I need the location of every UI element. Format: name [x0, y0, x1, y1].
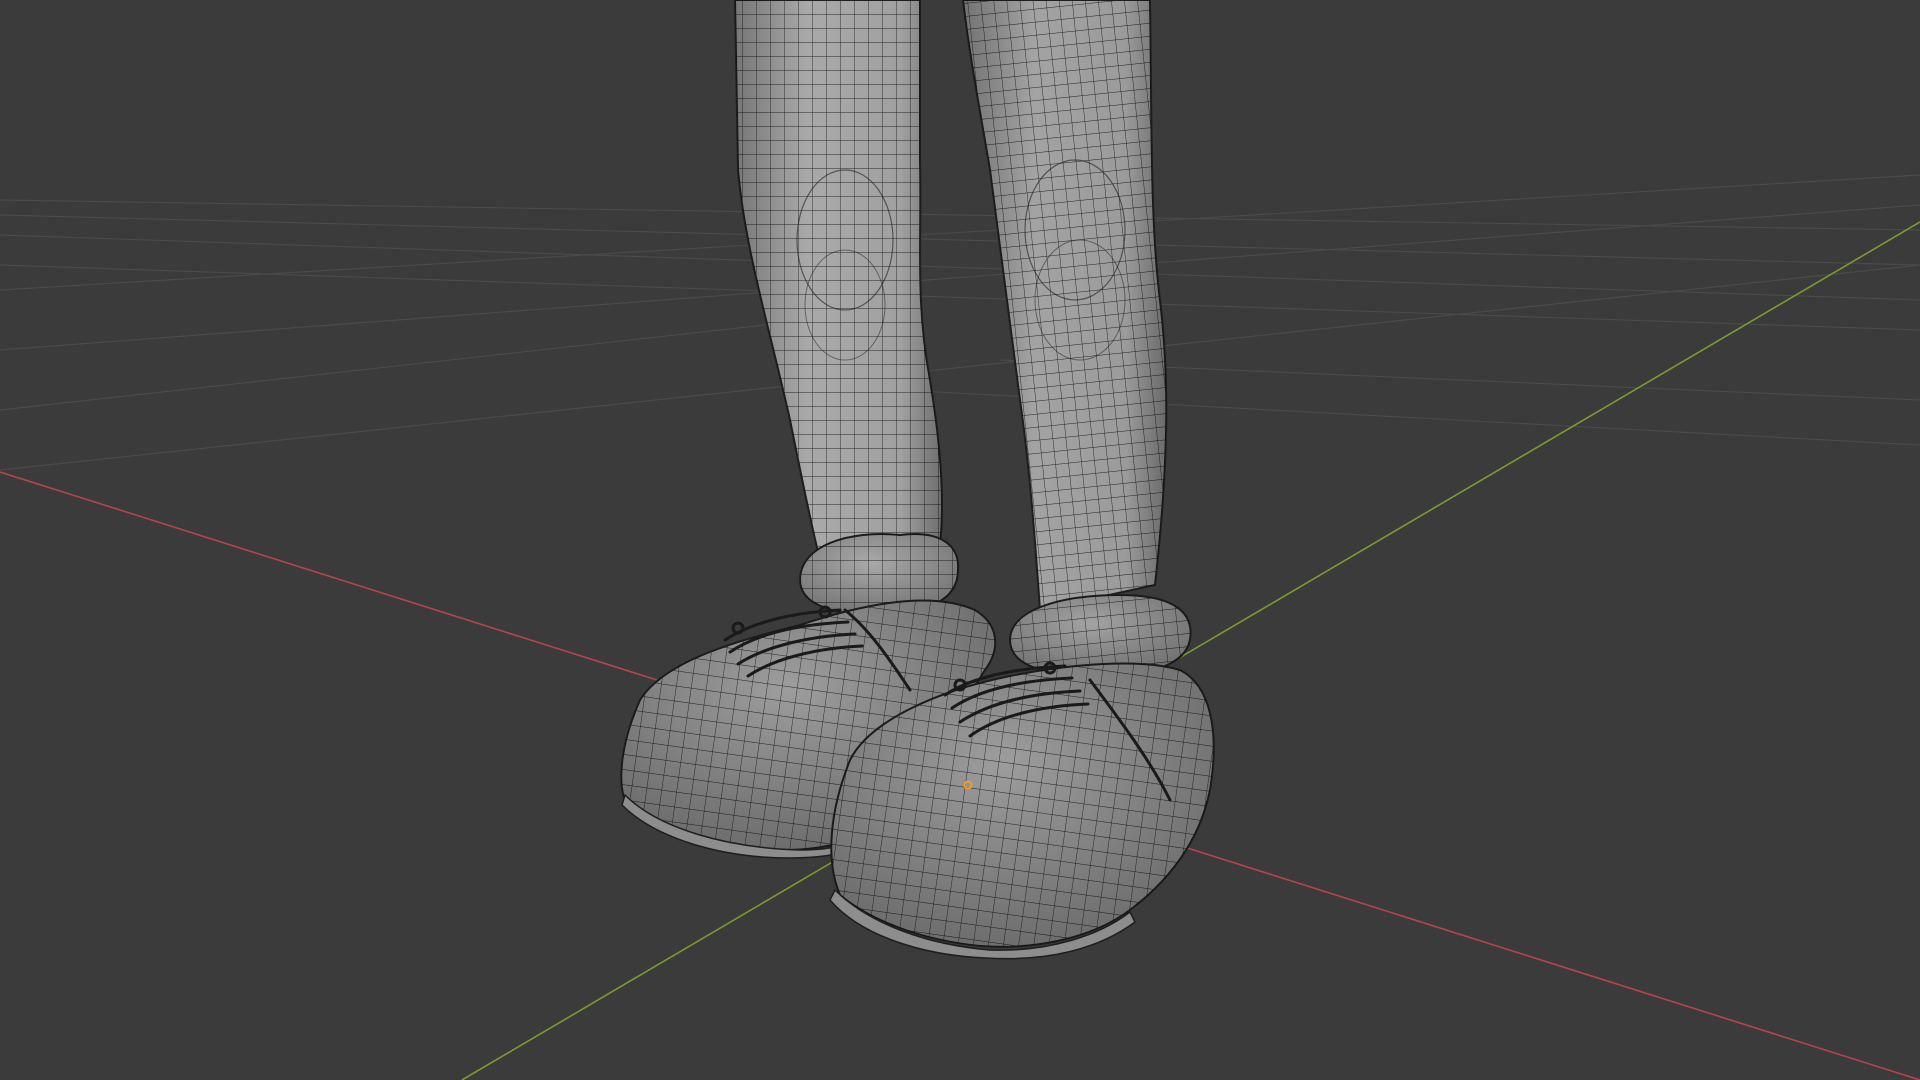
left-leg[interactable]	[733, 0, 943, 562]
floor-grid	[0, 174, 1920, 471]
viewport-canvas[interactable]	[0, 0, 1920, 1080]
3d-viewport[interactable]	[0, 0, 1920, 1080]
y-axis-line	[461, 221, 1920, 1080]
right-leg[interactable]	[961, 0, 1168, 612]
